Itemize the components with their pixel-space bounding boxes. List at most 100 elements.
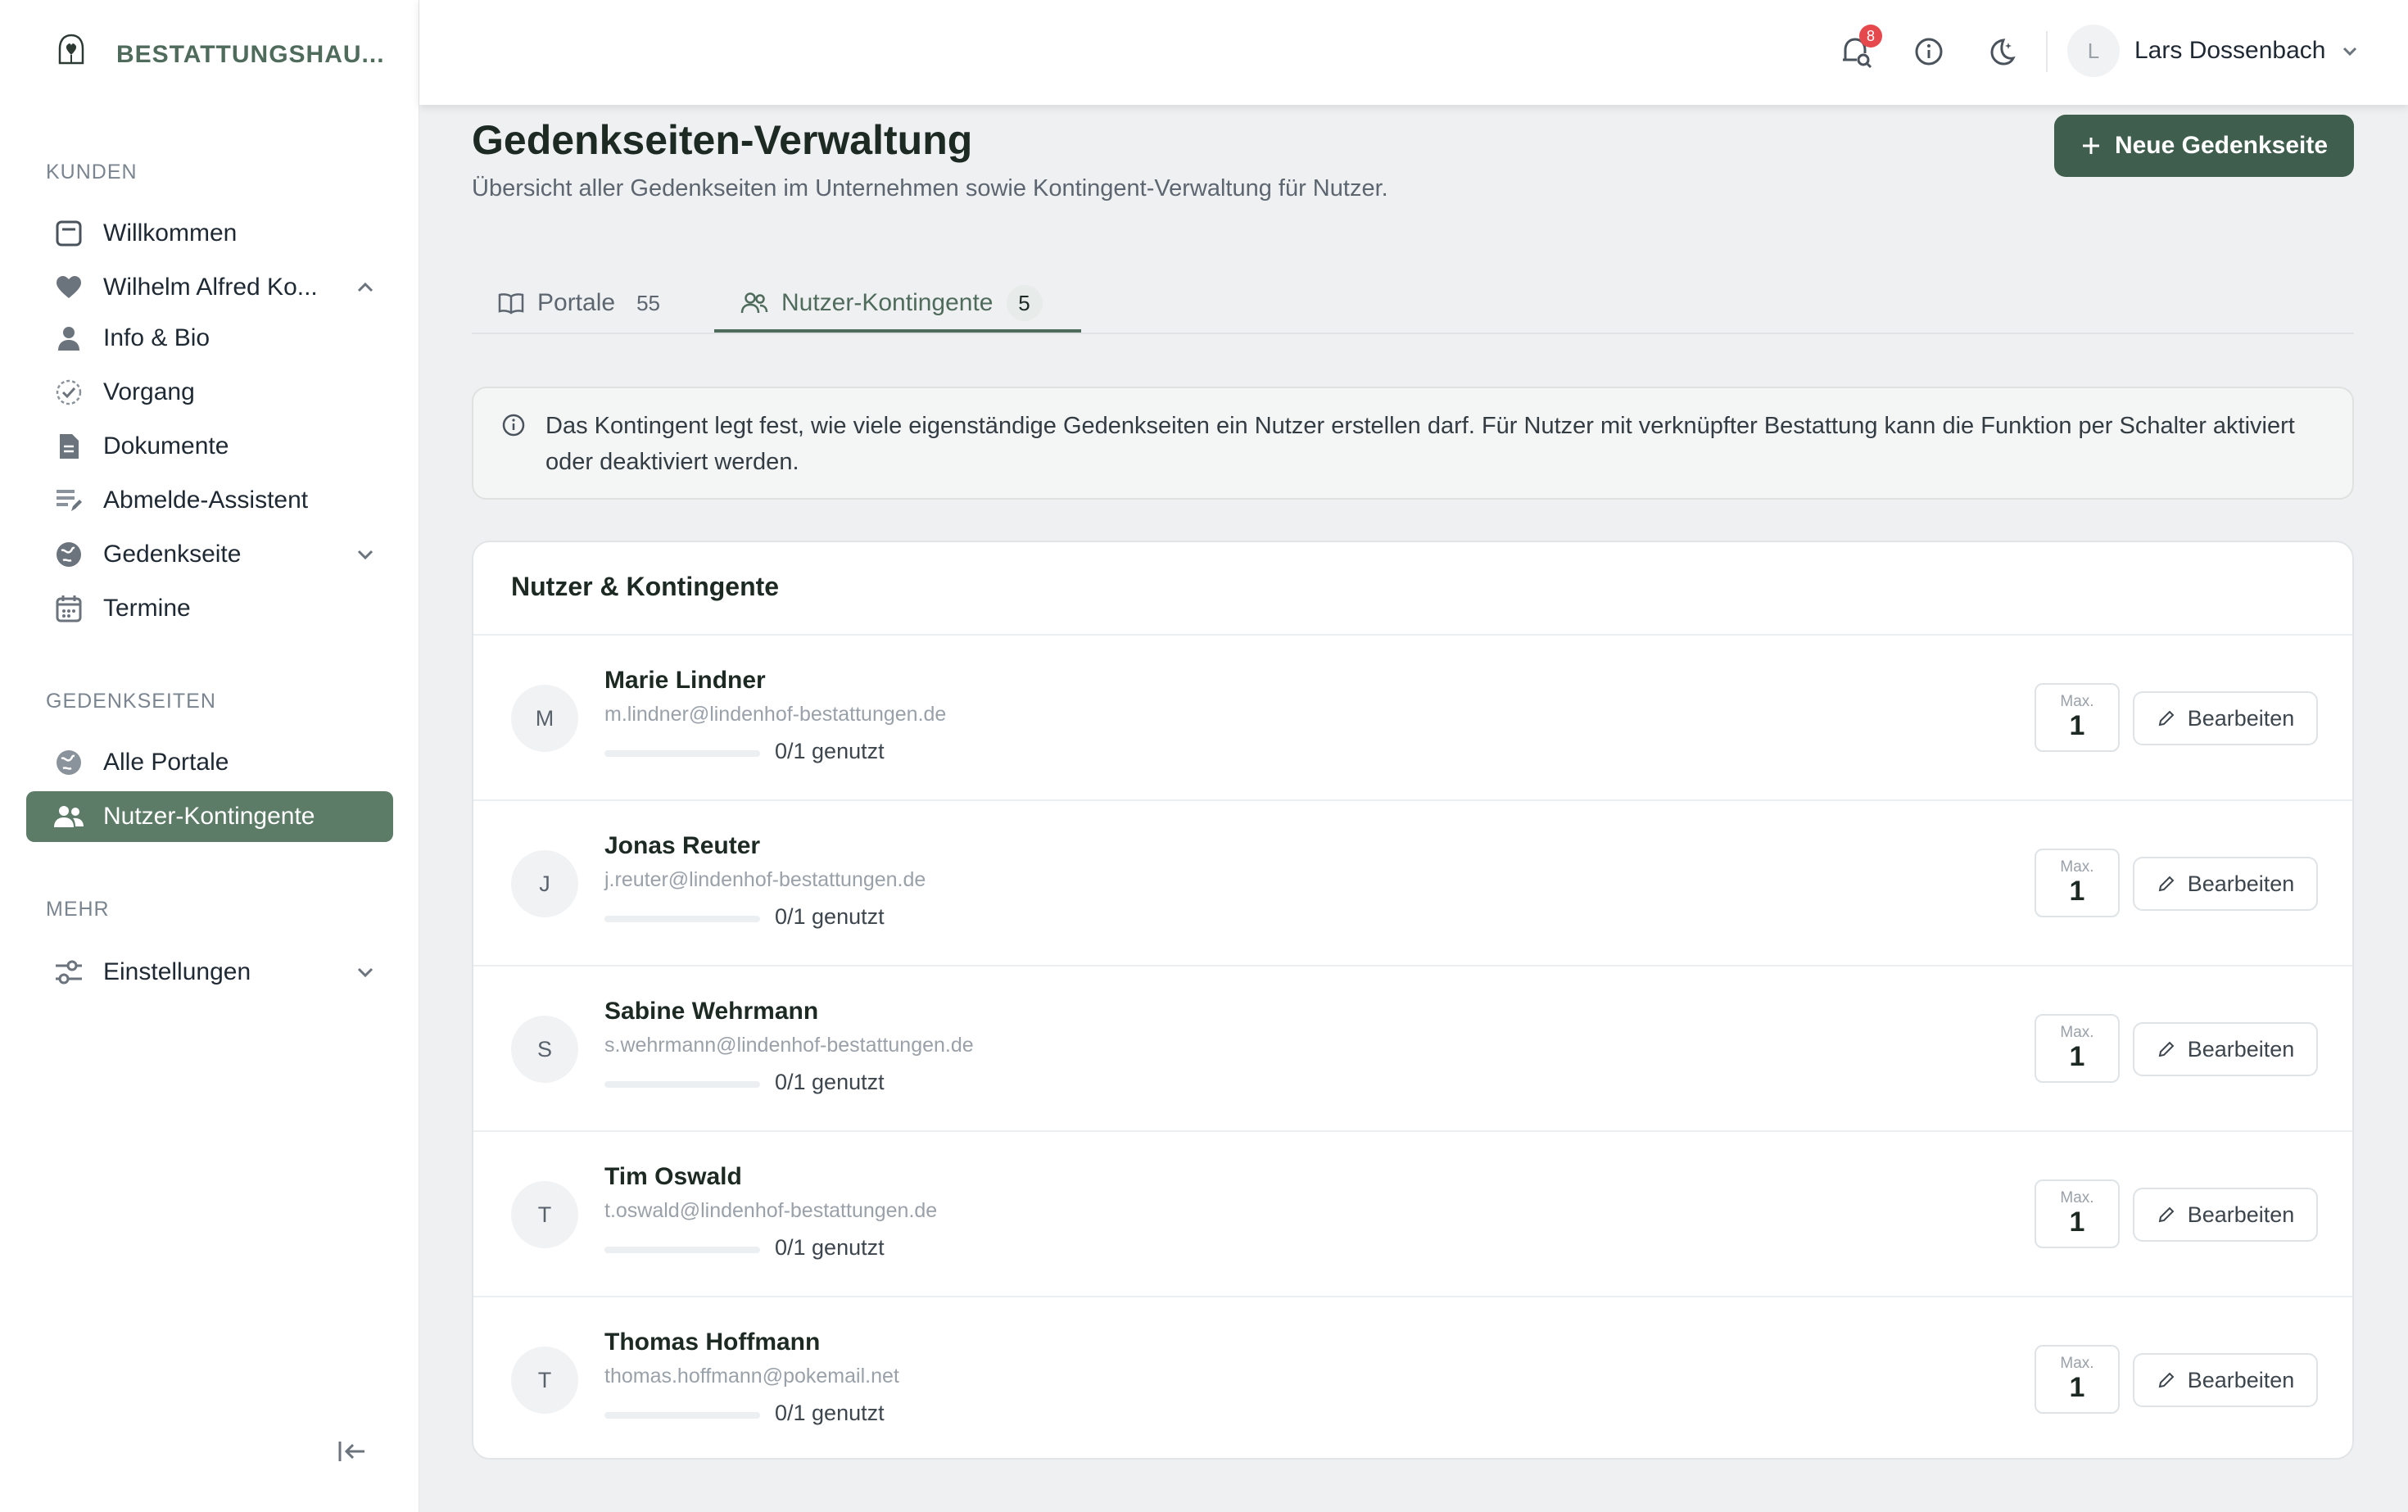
edit-button-label: Bearbeiten (2187, 1367, 2295, 1392)
usage-text: 0/1 genutzt (775, 904, 885, 929)
usage-progress-bar (604, 916, 760, 922)
usage-text: 0/1 genutzt (775, 739, 885, 763)
user-menu[interactable]: L Lars Dossenbach (2067, 25, 2360, 77)
calendar-icon (52, 592, 85, 625)
max-value: 1 (2069, 1041, 2085, 1072)
usage-text: 0/1 genutzt (775, 1235, 885, 1260)
max-quota-field[interactable]: Max. 1 (2035, 683, 2120, 752)
edit-button-label: Bearbeiten (2187, 1036, 2295, 1062)
avatar: L (2067, 25, 2120, 77)
page-subtitle: Übersicht aller Gedenkseiten im Unterneh… (472, 175, 1388, 201)
sidebar-item-willkommen[interactable]: Willkommen (26, 208, 393, 259)
notifications-button[interactable]: 8 (1838, 25, 1882, 70)
edit-button-label: Bearbeiten (2187, 705, 2295, 731)
user-name: Jonas Reuter (604, 832, 761, 859)
max-value: 1 (2069, 876, 2085, 907)
edit-button[interactable]: Bearbeiten (2133, 1022, 2318, 1076)
plus-icon (2082, 138, 2099, 154)
sidebar-item-dokumente[interactable]: Dokumente (26, 421, 393, 472)
max-label: Max. (2060, 1189, 2094, 1206)
collapse-sidebar-button[interactable] (333, 1435, 372, 1468)
tab-portale[interactable]: Portale 55 (498, 272, 668, 334)
sidebar-item-einstellungen[interactable]: Einstellungen (26, 947, 393, 998)
active-tab-indicator (714, 329, 1081, 333)
edit-button[interactable]: Bearbeiten (2133, 1353, 2318, 1407)
avatar: T (511, 1347, 578, 1414)
max-value: 1 (2069, 710, 2085, 741)
new-memorial-page-label: Neue Gedenkseite (2114, 132, 2329, 159)
document-icon (52, 430, 85, 463)
brand[interactable]: BESTATTUNGSHAU... (46, 29, 385, 80)
max-quota-field[interactable]: Max. 1 (2035, 1345, 2120, 1414)
sidebar-item-label: Nutzer-Kontingente (103, 803, 315, 830)
pencil-icon (2158, 1372, 2175, 1388)
user-row: S Sabine Wehrmann s.wehrmann@lindenhof-b… (473, 967, 2352, 1132)
new-memorial-page-button[interactable]: Neue Gedenkseite (2054, 115, 2354, 177)
tab-nutzer-kontingente[interactable]: Nutzer-Kontingente 5 (740, 272, 1043, 334)
sidebar-item-label: Abmelde-Assistent (103, 487, 309, 514)
sidebar-item-label: Info & Bio (103, 324, 210, 351)
max-label: Max. (2060, 858, 2094, 876)
edit-button[interactable]: Bearbeiten (2133, 857, 2318, 911)
tab-label: Portale (537, 289, 616, 316)
max-quota-field[interactable]: Max. 1 (2035, 1179, 2120, 1248)
user-row: J Jonas Reuter j.reuter@lindenhof-bestat… (473, 801, 2352, 967)
avatar: T (511, 1181, 578, 1248)
chevron-down-icon (2343, 47, 2357, 57)
tab-bar: Portale 55 Nutzer-Kontingente 5 (472, 272, 2354, 334)
avatar: S (511, 1016, 578, 1083)
avatar: M (511, 685, 578, 752)
theme-toggle-button[interactable] (1982, 33, 2020, 70)
info-banner: Das Kontingent legt fest, wie viele eige… (472, 387, 2354, 500)
sidebar-item-deceased[interactable]: Wilhelm Alfred Ko... (26, 262, 393, 313)
heart-icon (52, 271, 85, 304)
tab-label: Nutzer-Kontingente (781, 289, 994, 316)
usage-progress-bar (604, 1081, 760, 1088)
usage-text: 0/1 genutzt (775, 1401, 885, 1425)
sidebar-item-nutzer-kontingente[interactable]: Nutzer-Kontingente (26, 791, 393, 842)
collapse-left-icon (338, 1442, 364, 1461)
info-button[interactable] (1910, 33, 1948, 70)
sidebar-item-label: Termine (103, 595, 191, 622)
chevron-down-icon[interactable] (354, 961, 377, 984)
sidebar-item-gedenkseite[interactable]: Gedenkseite (26, 529, 393, 580)
edit-button[interactable]: Bearbeiten (2133, 1188, 2318, 1242)
sidebar-item-alle-portale[interactable]: Alle Portale (26, 737, 393, 788)
users-icon (740, 292, 768, 314)
sidebar-item-label: Alle Portale (103, 749, 229, 776)
max-quota-field[interactable]: Max. 1 (2035, 849, 2120, 917)
sidebar-item-abmelde-assistent[interactable]: Abmelde-Assistent (26, 475, 393, 526)
user-row: M Marie Lindner m.lindner@lindenhof-best… (473, 636, 2352, 801)
sidebar-item-label: Vorgang (103, 378, 195, 405)
usage-progress-bar (604, 1247, 760, 1253)
list-edit-icon (52, 484, 85, 517)
sidebar-item-info-bio[interactable]: Info & Bio (26, 313, 393, 364)
tab-count: 55 (636, 290, 660, 315)
user-email: s.wehrmann@lindenhof-bestattungen.de (604, 1034, 974, 1057)
section-label-gedenkseiten: GEDENKSEITEN (46, 690, 216, 713)
edit-button[interactable]: Bearbeiten (2133, 691, 2318, 745)
sidebar-item-termine[interactable]: Termine (26, 583, 393, 634)
topbar-divider (2046, 31, 2048, 72)
usage-progress-bar (604, 750, 760, 757)
moon-icon (1990, 38, 2016, 66)
max-label: Max. (2060, 1024, 2094, 1041)
user-email: m.lindner@lindenhof-bestattungen.de (604, 703, 947, 726)
globe-icon (52, 746, 85, 779)
sidebar-item-vorgang[interactable]: Vorgang (26, 367, 393, 418)
user-name: Tim Oswald (604, 1163, 742, 1190)
check-progress-icon (52, 376, 85, 409)
sidebar-item-label: Wilhelm Alfred Ko... (103, 274, 318, 301)
max-quota-field[interactable]: Max. 1 (2035, 1014, 2120, 1083)
usage-text: 0/1 genutzt (775, 1070, 885, 1094)
sidebar-item-label: Einstellungen (103, 958, 251, 985)
pencil-icon (2158, 876, 2175, 892)
chevron-up-icon[interactable] (354, 276, 377, 299)
page-title: Gedenkseiten-Verwaltung (472, 117, 973, 163)
chevron-down-icon[interactable] (354, 543, 377, 566)
info-text: Das Kontingent legt fest, wie viele eige… (545, 413, 2295, 475)
globe-icon (52, 538, 85, 571)
topbar: 8 L Lars Dossenbach (419, 0, 2408, 105)
user-email: j.reuter@lindenhof-bestattungen.de (604, 868, 926, 891)
edit-button-label: Bearbeiten (2187, 871, 2295, 896)
